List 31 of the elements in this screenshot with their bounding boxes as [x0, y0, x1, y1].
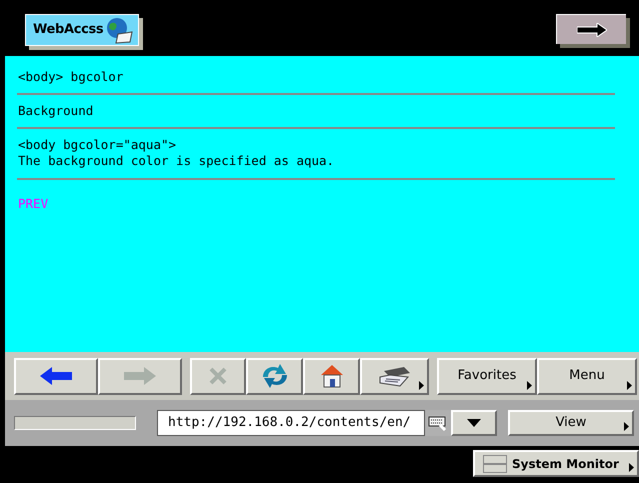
- code-sample: <body bgcolor="aqua">: [17, 136, 178, 153]
- keyboard-button[interactable]: [425, 410, 451, 436]
- menu-button[interactable]: Favorites: [437, 358, 537, 394]
- dropdown-button[interactable]: [451, 410, 497, 436]
- refresh-button[interactable]: [246, 358, 303, 394]
- home-icon: [320, 364, 344, 388]
- app-title: WebAccss: [33, 21, 104, 40]
- submenu-arrow-icon: [527, 380, 532, 390]
- print-button[interactable]: [360, 358, 429, 394]
- submenu-arrow-icon: [419, 380, 424, 390]
- submenu-arrow-icon: [624, 422, 629, 431]
- submenu-arrow-icon: [627, 380, 632, 390]
- caret-icon: [467, 419, 481, 427]
- back-button[interactable]: [14, 358, 98, 394]
- printer-icon: [378, 365, 412, 387]
- address-field[interactable]: http://192.168.0.2/contents/en/: [157, 410, 425, 436]
- page-heading: <body> bgcolor: [17, 69, 124, 86]
- left-arrow-icon: [40, 367, 72, 385]
- description-text: The background color is specified as aqua.: [17, 153, 336, 170]
- keyboard-icon: [428, 415, 448, 431]
- view-button[interactable]: View: [508, 410, 634, 436]
- globe-icon: [104, 16, 134, 44]
- right-arrow-icon: [576, 22, 606, 36]
- panel-icon: [483, 454, 507, 472]
- menu-button[interactable]: Menu: [537, 358, 637, 394]
- right-arrow-icon: [124, 367, 156, 385]
- system-monitor-button[interactable]: System Monitor: [473, 450, 639, 477]
- close-icon: [209, 367, 227, 385]
- section-title: Background: [17, 102, 94, 120]
- submenu-arrow-icon: [629, 463, 634, 472]
- home-button[interactable]: [303, 358, 360, 394]
